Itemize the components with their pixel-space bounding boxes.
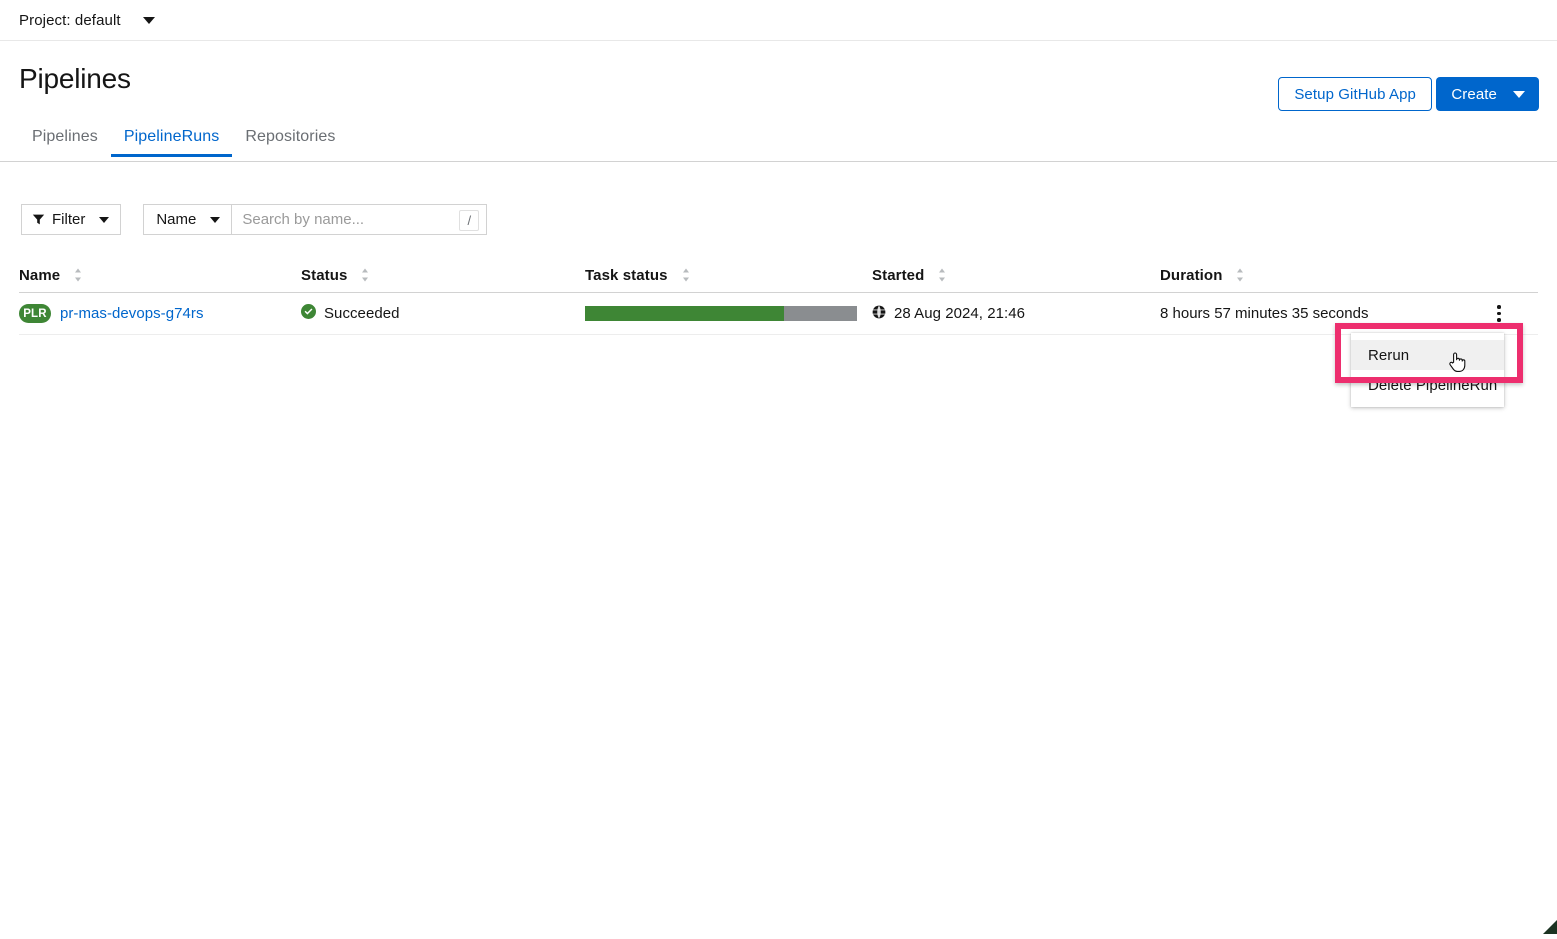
sort-icon <box>1235 267 1245 283</box>
row-actions-menu: Rerun Delete PipelineRun <box>1351 333 1504 407</box>
chevron-down-icon <box>210 216 221 223</box>
table-header-row: Name Status Task status Started Duration <box>19 258 1538 293</box>
project-selector-toggle[interactable] <box>142 16 155 24</box>
task-status-progress <box>585 306 857 321</box>
search-group: Name / <box>143 204 488 235</box>
setup-github-app-button[interactable]: Setup GitHub App <box>1278 77 1432 111</box>
tab-bar: Pipelines PipelineRuns Repositories <box>0 123 1557 162</box>
column-header-label: Started <box>872 266 925 284</box>
column-header-duration[interactable]: Duration <box>1160 267 1460 284</box>
filter-dropdown-button[interactable]: Filter <box>21 204 122 235</box>
create-dropdown-toggle[interactable] <box>1509 77 1539 111</box>
cell-status: Succeeded <box>301 304 585 323</box>
kebab-dot <box>1497 318 1501 322</box>
cell-name: PLR pr-mas-devops-g74rs <box>19 304 301 323</box>
cell-duration: 8 hours 57 minutes 35 seconds <box>1160 305 1369 322</box>
column-header-task-status[interactable]: Task status <box>585 267 872 284</box>
task-status-succeeded-segment <box>585 306 784 321</box>
started-value: 28 Aug 2024, 21:46 <box>872 305 1025 323</box>
check-circle-icon <box>301 304 316 323</box>
menu-item-delete-pipelinerun[interactable]: Delete PipelineRun <box>1351 370 1504 400</box>
chevron-down-icon <box>142 16 155 24</box>
cell-actions <box>1460 299 1538 329</box>
table-row: PLR pr-mas-devops-g74rs Succeeded 28 Aug… <box>19 293 1538 335</box>
menu-item-rerun[interactable]: Rerun <box>1351 340 1504 370</box>
search-field: / <box>232 205 487 234</box>
search-input[interactable] <box>232 205 487 234</box>
globe-icon <box>872 305 886 323</box>
sort-icon <box>937 267 947 283</box>
kebab-dot <box>1497 305 1501 309</box>
page-header: Pipelines Setup GitHub App Create <box>0 41 1557 123</box>
column-header-label: Task status <box>585 266 668 284</box>
started-label: 28 Aug 2024, 21:46 <box>894 305 1026 322</box>
pipelineruns-table: Name Status Task status Started Duration <box>19 258 1538 335</box>
sort-icon <box>360 267 370 283</box>
chevron-down-icon <box>1513 90 1525 98</box>
pipelinerun-name-link[interactable]: pr-mas-devops-g74rs <box>60 305 204 322</box>
search-shortcut-badge: / <box>459 210 480 231</box>
sort-icon <box>73 267 83 283</box>
pipelinerun-kind-badge: PLR <box>19 304 51 323</box>
filter-dropdown-label: Filter <box>52 211 86 228</box>
create-button-label[interactable]: Create <box>1436 86 1509 103</box>
status-label: Succeeded <box>324 305 400 322</box>
list-toolbar: Filter Name / <box>21 204 488 235</box>
column-header-status[interactable]: Status <box>301 267 585 284</box>
tab-pipelineruns[interactable]: PipelineRuns <box>111 128 232 157</box>
column-header-label: Duration <box>1160 266 1223 284</box>
cell-started: 28 Aug 2024, 21:46 <box>872 305 1160 323</box>
kebab-dot <box>1497 311 1501 316</box>
column-header-label: Name <box>19 266 61 284</box>
search-attribute-dropdown[interactable]: Name <box>144 205 233 234</box>
column-header-started[interactable]: Started <box>872 267 1160 284</box>
page-title: Pipelines <box>19 63 131 94</box>
filter-icon <box>32 213 45 226</box>
window-resize-corner[interactable] <box>1535 912 1557 934</box>
search-attribute-label: Name <box>156 211 197 228</box>
chevron-down-icon <box>99 216 110 223</box>
row-actions-kebab-button[interactable] <box>1484 299 1514 329</box>
project-selector-label: Project: default <box>19 11 121 29</box>
sort-icon <box>681 267 691 283</box>
column-header-name[interactable]: Name <box>19 267 301 284</box>
task-status-remaining-segment <box>783 306 857 321</box>
tab-repositories[interactable]: Repositories <box>232 128 348 157</box>
project-bar: Project: default <box>0 0 1557 41</box>
create-button-group[interactable]: Create <box>1436 77 1539 111</box>
cell-task-status <box>585 306 872 321</box>
column-header-label: Status <box>301 266 348 284</box>
status-badge: Succeeded <box>301 304 400 323</box>
tab-pipelines[interactable]: Pipelines <box>19 128 111 157</box>
